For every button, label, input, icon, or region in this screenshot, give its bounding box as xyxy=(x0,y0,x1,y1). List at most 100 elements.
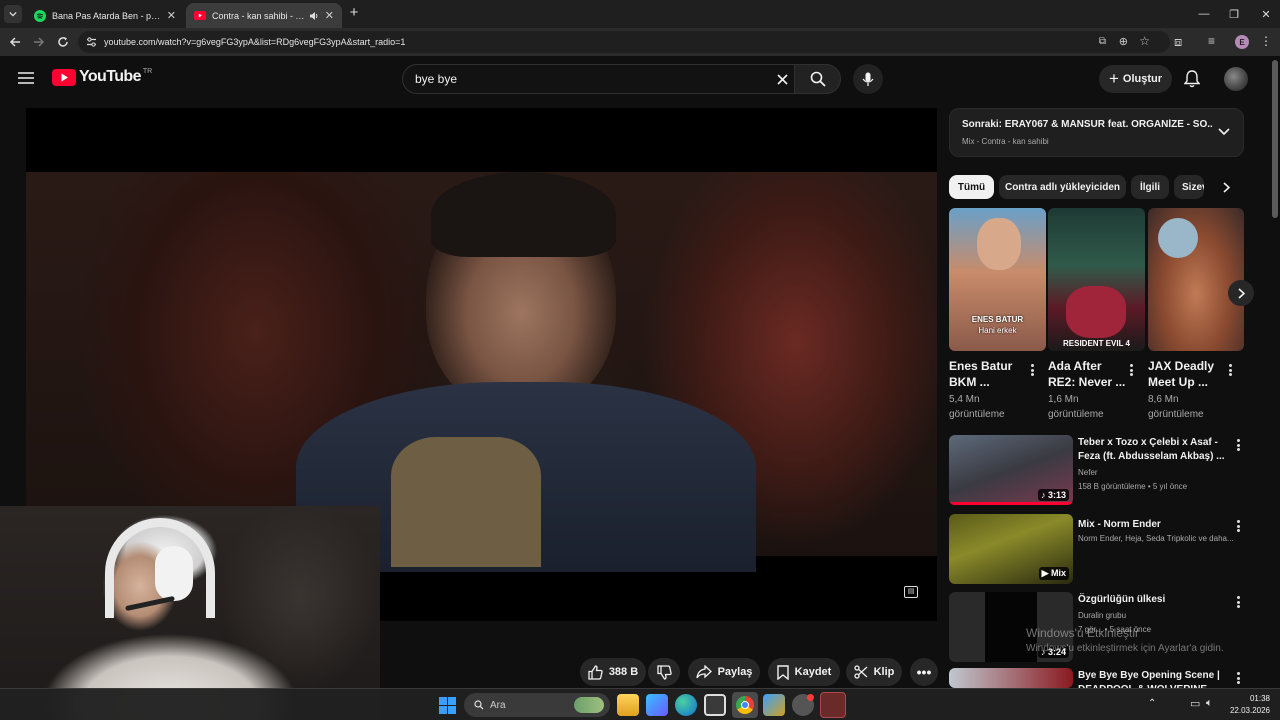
video-title[interactable]: Mix - Norm Ender xyxy=(1078,518,1230,532)
video-menu-icon[interactable] xyxy=(1232,518,1244,534)
minimize-button[interactable]: — xyxy=(1188,0,1220,28)
edge-icon[interactable] xyxy=(675,694,697,716)
tab-youtube[interactable]: Contra - kan sahibi - YouTube ✕ xyxy=(186,3,342,28)
video-thumbnail[interactable]: ♪ 3:13 xyxy=(949,435,1073,505)
show-hidden-icons[interactable]: ⌃ xyxy=(1148,698,1156,709)
short-overlay-text: RESIDENT EVIL 4 xyxy=(1063,339,1130,348)
media-controls-icon[interactable]: ≡ xyxy=(1208,34,1215,48)
volume-icon[interactable]: 🔈︎ xyxy=(1206,697,1213,710)
short-thumbnail[interactable]: RESIDENT EVIL 4 xyxy=(1048,208,1145,351)
hamburger-menu-button[interactable] xyxy=(18,71,34,85)
clock-date[interactable]: 22.03.2026 xyxy=(1222,706,1270,715)
more-menu-icon[interactable]: ⋮ xyxy=(1260,34,1272,48)
voice-search-button[interactable] xyxy=(853,64,883,94)
like-button[interactable]: 388 B xyxy=(580,658,646,686)
maximize-button[interactable]: ❐ xyxy=(1218,0,1250,28)
up-next-panel[interactable]: Sonraki: ERAY067 & MANSUR feat. ORGANİZE… xyxy=(949,108,1244,157)
shorts-next-button[interactable] xyxy=(1228,280,1254,306)
short-title[interactable]: Enes Batur BKM ... xyxy=(949,358,1029,390)
chevron-down-icon[interactable] xyxy=(1218,128,1230,136)
video-title[interactable]: Özgürlüğün ülkesi xyxy=(1078,593,1230,607)
address-bar[interactable]: youtube.com/watch?v=g6vegFG3ypA&list=RDg… xyxy=(78,31,1170,53)
short-thumbnail[interactable] xyxy=(1148,208,1244,351)
scrollbar-thumb[interactable] xyxy=(1272,60,1278,218)
tab-spotify[interactable]: Bana Pas Atarda Ben - playlist b ✕ xyxy=(26,3,184,28)
notifications-button[interactable] xyxy=(1183,70,1201,93)
tab-search-button[interactable] xyxy=(4,5,22,23)
video-thumbnail[interactable] xyxy=(949,668,1073,688)
zoom-icon[interactable]: ⊕ xyxy=(1119,35,1128,48)
chip-for-you[interactable]: Sizev xyxy=(1174,175,1204,199)
search-input[interactable]: bye bye xyxy=(402,64,795,94)
short-menu-icon[interactable] xyxy=(1026,362,1038,378)
video-menu-icon[interactable] xyxy=(1232,437,1244,453)
short-views: 5,4 Mn görüntüleme xyxy=(949,394,1005,420)
video-menu-icon[interactable] xyxy=(1232,594,1244,610)
video-thumbnail[interactable]: ▶ Mix xyxy=(949,514,1073,584)
chip-uploader[interactable]: Contra adlı yükleyiciden xyxy=(999,175,1126,199)
clock-time[interactable]: 01:38 xyxy=(1230,694,1270,703)
short-overlay-text: ENES BATUR xyxy=(971,315,1024,324)
create-button[interactable]: + Oluştur xyxy=(1099,65,1172,93)
start-button[interactable] xyxy=(439,697,456,714)
obs-icon[interactable] xyxy=(820,692,846,718)
tab-title: Contra - kan sahibi - YouTube xyxy=(212,10,309,21)
bookmark-star-icon[interactable]: ☆ xyxy=(1139,34,1150,48)
close-window-button[interactable]: ✕ xyxy=(1250,0,1280,28)
save-button[interactable]: Kaydet xyxy=(768,658,840,686)
taskbar-search[interactable]: Ara xyxy=(464,693,610,717)
video-channel[interactable]: Norm Ender, Heja, Seda Tripkolic ve daha… xyxy=(1078,533,1246,545)
share-button[interactable]: Paylaş xyxy=(688,658,760,686)
extensions-icon[interactable]: ⧈ xyxy=(1174,34,1182,50)
video-channel[interactable]: Duralin grubu xyxy=(1078,610,1246,622)
up-next-subtitle: Mix - Contra - kan sahibi xyxy=(962,137,1049,146)
spotify-icon xyxy=(34,9,46,22)
forward-button[interactable] xyxy=(27,28,51,56)
clear-search-icon[interactable] xyxy=(777,74,788,85)
widgets-icon[interactable] xyxy=(646,694,668,716)
reload-button[interactable] xyxy=(51,28,75,56)
video-title[interactable]: Teber x Tozo x Çelebi x Asaf - Feza (ft.… xyxy=(1078,436,1230,464)
video-channel[interactable]: Nefer xyxy=(1078,467,1246,479)
youtube-logo[interactable]: YouTube TR xyxy=(52,68,152,86)
more-actions-button[interactable]: ••• xyxy=(910,658,938,686)
bookmark-icon xyxy=(776,664,789,680)
clip-button[interactable]: Klip xyxy=(846,658,902,686)
network-icon[interactable]: ▭ xyxy=(1190,697,1200,710)
account-avatar[interactable] xyxy=(1224,67,1248,91)
close-icon[interactable]: ✕ xyxy=(325,9,334,22)
short-menu-icon[interactable] xyxy=(1224,362,1236,378)
install-app-icon[interactable]: ⧉ xyxy=(1099,36,1106,47)
create-label: Oluştur xyxy=(1122,73,1163,85)
new-tab-button[interactable]: + xyxy=(346,5,362,21)
microphone-icon xyxy=(862,72,874,86)
back-button[interactable] xyxy=(3,28,27,56)
chip-related[interactable]: İlgili xyxy=(1131,175,1169,199)
video-settings-icon[interactable]: ▤ xyxy=(904,586,918,598)
search-value: bye bye xyxy=(415,72,458,86)
short-menu-icon[interactable] xyxy=(1125,362,1137,378)
search-button[interactable] xyxy=(795,64,841,94)
chips-next-button[interactable] xyxy=(1212,175,1240,199)
mix-badge: ▶ Mix xyxy=(1038,567,1069,580)
close-icon[interactable]: ✕ xyxy=(167,9,176,22)
chip-all[interactable]: Tümü xyxy=(949,175,994,199)
video-title[interactable]: Bye Bye Bye Opening Scene | DEADPOOL & W… xyxy=(1078,669,1230,688)
short-thumbnail[interactable]: ENES BATUR Hani erkek xyxy=(949,208,1046,351)
file-explorer-icon[interactable] xyxy=(617,694,639,716)
windows-logo-icon xyxy=(439,697,456,714)
video-menu-icon[interactable] xyxy=(1232,670,1244,686)
dislike-button[interactable] xyxy=(648,658,680,686)
profile-avatar[interactable]: E xyxy=(1235,35,1249,49)
store-icon[interactable] xyxy=(704,694,726,716)
page-scrollbar[interactable] xyxy=(1270,56,1280,688)
reload-icon xyxy=(58,37,68,47)
short-title[interactable]: Ada After RE2: Never ... xyxy=(1048,358,1128,390)
youtube-icon xyxy=(194,11,206,20)
discord-icon[interactable] xyxy=(792,694,814,716)
site-info-icon[interactable] xyxy=(86,37,97,47)
speaker-icon[interactable] xyxy=(309,11,319,21)
app-icon[interactable] xyxy=(763,694,785,716)
chrome-icon[interactable] xyxy=(732,692,758,718)
short-title[interactable]: JAX Deadly Meet Up ... xyxy=(1148,358,1228,390)
